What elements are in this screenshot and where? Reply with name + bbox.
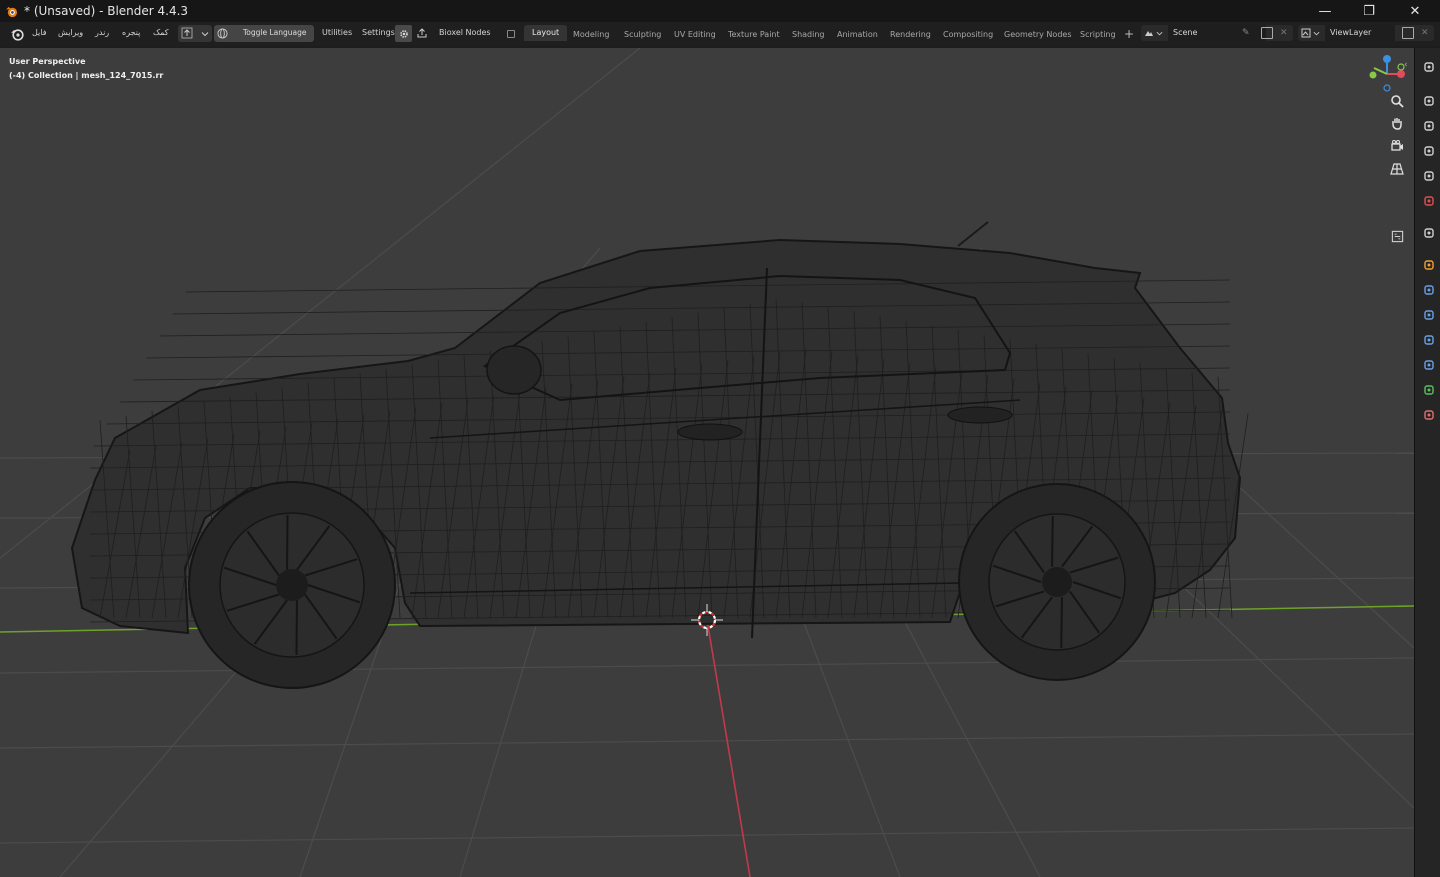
zoom-icon[interactable] bbox=[1386, 91, 1408, 111]
tab-rendering[interactable]: Rendering bbox=[890, 30, 931, 39]
data-icon[interactable] bbox=[1423, 381, 1435, 395]
title-bar: * (Unsaved) - Blender 4.4.3 — ❐ ✕ bbox=[0, 0, 1440, 22]
menu-file[interactable]: فایل bbox=[32, 28, 47, 37]
scene-icon[interactable] bbox=[1423, 167, 1435, 181]
menu-bioxel-nodes[interactable]: Bioxel Nodes bbox=[439, 28, 491, 37]
add-workspace-button[interactable]: + bbox=[1124, 27, 1134, 41]
pin-icon[interactable]: ✎ bbox=[1242, 25, 1250, 41]
material-icon[interactable] bbox=[1423, 406, 1435, 420]
3d-viewport[interactable]: User Perspective (-4) Collection | mesh_… bbox=[0, 48, 1414, 877]
toggle-language-label: Toggle Language bbox=[243, 28, 307, 37]
tab-geometry-nodes[interactable]: Geometry Nodes bbox=[1004, 30, 1071, 39]
pan-hand-icon[interactable] bbox=[1386, 113, 1408, 133]
blender-logo-icon bbox=[5, 6, 18, 18]
chevron-down-icon bbox=[201, 32, 209, 37]
render-icon[interactable] bbox=[1423, 92, 1435, 106]
gizmo-y-axis[interactable] bbox=[1369, 71, 1377, 79]
chevron-down-icon bbox=[1156, 31, 1163, 36]
scene-name[interactable]: Scene bbox=[1168, 25, 1266, 41]
camera-view-icon[interactable] bbox=[1386, 136, 1408, 156]
modifier-icon[interactable] bbox=[1423, 281, 1435, 295]
scene-selector[interactable]: Scene ✎ ✕ bbox=[1141, 25, 1293, 41]
car-antenna bbox=[957, 221, 989, 247]
tab-sculpting[interactable]: Sculpting bbox=[624, 30, 661, 39]
top-menu-bar: فایل ویرایش رندر پنجره کمک Toggle Langua… bbox=[0, 22, 1440, 46]
wheel-spoke bbox=[1060, 597, 1063, 648]
upload-dropdown[interactable] bbox=[178, 25, 212, 42]
rear-wheel bbox=[958, 483, 1156, 681]
toggle-language-button[interactable]: Toggle Language bbox=[214, 25, 314, 42]
constraints-icon[interactable] bbox=[1423, 356, 1435, 370]
minimize-button[interactable]: — bbox=[1302, 0, 1348, 22]
grid-line bbox=[0, 827, 1414, 844]
gizmo-z-axis[interactable] bbox=[1383, 55, 1391, 63]
checkbox[interactable] bbox=[507, 30, 515, 38]
x-axis-line bbox=[706, 619, 751, 877]
new-view-layer-icon[interactable] bbox=[1402, 27, 1414, 39]
door-handle-rear bbox=[947, 406, 1013, 424]
view-layer-name[interactable]: ViewLayer bbox=[1325, 25, 1395, 41]
car-mirror bbox=[486, 345, 542, 395]
tab-compositing[interactable]: Compositing bbox=[943, 30, 993, 39]
menu-utilities[interactable]: Utilities bbox=[322, 28, 352, 37]
tab-texture-paint[interactable]: Texture Paint bbox=[728, 30, 780, 39]
menu-settings[interactable]: Settings bbox=[362, 28, 395, 37]
upload-icon bbox=[181, 27, 193, 39]
delete-scene-icon[interactable]: ✕ bbox=[1280, 25, 1288, 41]
front-wheel bbox=[188, 481, 396, 689]
collection-icon[interactable] bbox=[1423, 224, 1435, 238]
physics-icon[interactable] bbox=[1423, 331, 1435, 345]
tab-animation[interactable]: Animation bbox=[837, 30, 878, 39]
maximize-button[interactable]: ❐ bbox=[1346, 0, 1392, 22]
region-toggle-icon[interactable] bbox=[1386, 226, 1408, 246]
close-button[interactable]: ✕ bbox=[1392, 0, 1438, 22]
menu-window[interactable]: پنجره bbox=[122, 28, 140, 37]
tab-shading[interactable]: Shading bbox=[792, 30, 825, 39]
menu-edit[interactable]: ویرایش bbox=[58, 28, 83, 37]
tab-modeling[interactable]: Modeling bbox=[573, 30, 609, 39]
tab-scripting[interactable]: Scripting bbox=[1080, 30, 1116, 39]
window-title: * (Unsaved) - Blender 4.4.3 bbox=[24, 4, 189, 18]
tab-uv-editing[interactable]: UV Editing bbox=[674, 30, 716, 39]
door-handle-front bbox=[677, 423, 743, 441]
properties-tab-strip bbox=[1414, 48, 1440, 877]
object-icon[interactable] bbox=[1423, 256, 1435, 270]
delete-view-layer-icon[interactable]: ✕ bbox=[1421, 25, 1429, 41]
navigation-gizmo[interactable] bbox=[1369, 55, 1406, 92]
grid-line bbox=[0, 733, 1414, 749]
view-layer-icon bbox=[1301, 28, 1311, 38]
globe-icon bbox=[217, 28, 228, 39]
car-wireframe-mesh[interactable] bbox=[70, 221, 1249, 689]
export-icon[interactable] bbox=[416, 27, 428, 39]
tool-icon[interactable] bbox=[1423, 58, 1435, 72]
particles-icon[interactable] bbox=[1423, 306, 1435, 320]
blender-menu-icon[interactable] bbox=[10, 27, 24, 41]
gear-icon[interactable] bbox=[395, 25, 412, 42]
tab-layout[interactable]: Layout bbox=[524, 25, 568, 41]
ortho-grid-icon[interactable] bbox=[1386, 159, 1408, 179]
view-name-label: User Perspective bbox=[9, 57, 86, 66]
new-scene-icon[interactable] bbox=[1261, 27, 1273, 39]
scene-icon bbox=[1145, 31, 1153, 36]
sidebar-toggle-arrow[interactable]: ‹ bbox=[1404, 60, 1408, 70]
output-icon[interactable] bbox=[1423, 117, 1435, 131]
menu-help[interactable]: کمک bbox=[153, 28, 169, 37]
wheel-spoke bbox=[1051, 516, 1054, 567]
grid-line bbox=[0, 657, 1414, 674]
collection-info-label: (-4) Collection | mesh_124_7015.rr bbox=[9, 71, 164, 80]
world-icon[interactable] bbox=[1423, 192, 1435, 206]
gizmo-x-axis[interactable] bbox=[1397, 70, 1405, 78]
viewport-canvas[interactable] bbox=[0, 48, 1414, 877]
chevron-down-icon bbox=[1313, 31, 1320, 36]
view-layer-icon[interactable] bbox=[1423, 142, 1435, 156]
menu-render[interactable]: رندر bbox=[95, 28, 109, 37]
view-layer-selector[interactable]: ViewLayer ✕ bbox=[1298, 25, 1434, 41]
